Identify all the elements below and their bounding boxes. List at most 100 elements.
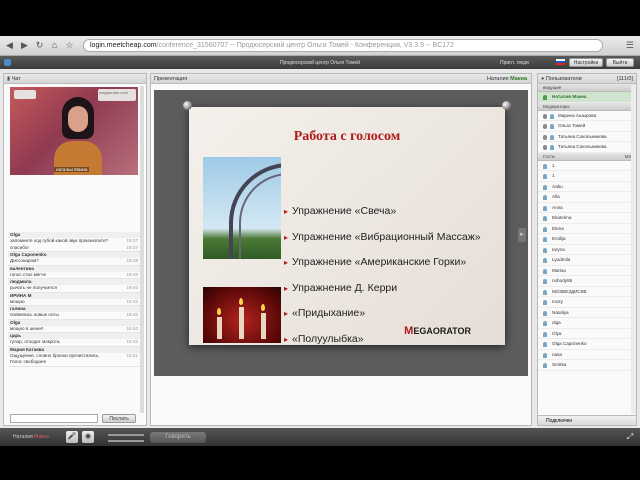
participant-name: mozy (552, 299, 563, 304)
microphone-icon[interactable]: 🎤 (66, 431, 78, 443)
chat-panel: ▮ Чат megaorator.com натальи Макна Olga з… (3, 73, 147, 426)
participant-item[interactable]: Наталия Макна (538, 92, 636, 103)
user-icon (550, 124, 554, 129)
participant-item[interactable]: Марина Ашырова (538, 111, 636, 121)
chat-message-line: спасибо! 19:37 (8, 245, 140, 252)
webcam-video[interactable]: megaorator.com натальи Макна (10, 87, 138, 175)
user-icon (543, 289, 547, 295)
user-icon (550, 145, 554, 150)
chat-message-line: гулар, отходит мокрота. 19:40 (8, 339, 140, 346)
russian-flag-icon[interactable] (556, 59, 565, 65)
participant-name: Emilija (552, 236, 566, 241)
participants-scrollbar[interactable] (631, 85, 636, 414)
fullscreen-icon[interactable]: ⤢ (625, 432, 635, 442)
chat-message: Olga мощно в шеее!! 19:40 (8, 319, 140, 333)
browser-menu-icon[interactable]: ☰ (626, 40, 634, 51)
exit-button[interactable]: Выйти (606, 58, 634, 67)
participant-group[interactable]: Модераторы (538, 102, 636, 111)
participant-name: Марина Ашырова (558, 112, 597, 118)
participant-group[interactable]: ведущие (538, 84, 636, 92)
microphone-icon (543, 134, 547, 140)
participant-item[interactable]: Татьяна Сокольникова (538, 132, 636, 142)
participant-name: Lyudmila (552, 257, 571, 262)
participants-count: [111/0] (616, 76, 633, 82)
chat-send-button[interactable]: Послать (102, 414, 136, 423)
chat-scrollbar[interactable] (140, 86, 144, 413)
participant-group[interactable]: Гости MIC (538, 152, 636, 161)
participant-item[interactable]: Marisa (538, 266, 636, 276)
participant-name: Smirka (552, 362, 567, 367)
bookmark-icon[interactable]: ☆ (64, 40, 75, 51)
participant-item[interactable]: Lyudmila (538, 255, 636, 266)
participant-item[interactable]: Anna (538, 203, 636, 213)
participant-item[interactable]: nasa (538, 350, 636, 360)
participant-item[interactable]: Olya (538, 329, 636, 339)
home-icon[interactable]: ⌂ (49, 40, 60, 51)
participant-name: Татьяна Сокольникова (558, 144, 607, 149)
users-icon: ● (541, 76, 545, 82)
participant-item[interactable]: 1 (538, 171, 636, 182)
participant-item[interactable]: Ekaterina (538, 213, 636, 224)
participant-name: nasa (552, 351, 562, 357)
mic-volume-slider[interactable] (108, 434, 144, 436)
participant-item[interactable]: МОЗВЕЗДИСКВ (538, 287, 636, 297)
reload-icon[interactable]: ↻ (34, 40, 45, 51)
slide-bullet: Упражнение «Американские Горки» (284, 250, 481, 276)
participant-item[interactable]: Elena (538, 224, 636, 234)
participant-item[interactable]: Ольга Томей (538, 121, 636, 132)
app-header: Продюсерский центр Ольги Томей Пригл. лю… (0, 56, 640, 69)
participant-item[interactable]: nobody55 (538, 276, 636, 287)
chat-message-text: спасибо! (10, 244, 29, 250)
chat-message-input[interactable] (10, 414, 98, 423)
chat-message-time: 19:40 (126, 285, 139, 290)
user-icon (543, 352, 547, 358)
background-sign: megaorator.com (98, 89, 136, 101)
participant-item[interactable]: Olga Caponenko (538, 339, 636, 350)
participant-item[interactable]: Alla (538, 192, 636, 203)
user-icon (543, 268, 547, 274)
logo-letter: M (404, 325, 414, 337)
location-icon[interactable]: ◉ (82, 431, 94, 443)
chat-message-time: 19:40 (126, 339, 139, 344)
forward-icon[interactable]: ▶ (19, 40, 30, 51)
participant-item[interactable]: 1 (538, 161, 636, 171)
chat-message-line: мощно в шеее!! 19:40 (8, 326, 140, 333)
app-title: Продюсерский центр Ольги Томей (279, 60, 361, 66)
participant-item[interactable]: Iaryna (538, 245, 636, 255)
back-icon[interactable]: ◀ (4, 40, 15, 51)
participant-name: nobody55 (552, 278, 573, 283)
participant-item[interactable]: Smirka (538, 360, 636, 371)
slide-bullet: Упражнение «Вибрационный Массаж» (284, 225, 481, 251)
participant-item[interactable]: Nataliya (538, 308, 636, 318)
talk-button[interactable]: Говорить (150, 432, 206, 443)
speaker-volume-slider[interactable] (108, 440, 144, 442)
chat-message-text: рычать не получается (10, 285, 57, 290)
address-bar[interactable]: login.meetcheap.com/conference_31560707 … (83, 39, 603, 52)
presenter-figure (52, 97, 102, 175)
chat-message-line: появились новые ноты 19:40 (8, 312, 140, 319)
next-slide-icon[interactable]: ▸ (518, 228, 526, 242)
participant-group-label: ведущие (543, 85, 562, 90)
participants-header: ● Пользователи [111/0] (538, 74, 636, 84)
participant-item[interactable]: mozy (538, 297, 636, 308)
participant-item[interactable]: Татьяна Сокольникова (538, 142, 636, 153)
user-icon (543, 363, 547, 368)
presentation-panel: Презентация Наталия Макна Работа с голос… (150, 73, 532, 426)
participant-name: Elena (552, 225, 564, 231)
participants-title: Пользователи (545, 76, 582, 82)
logo-text: EGAORATOR (413, 326, 471, 336)
participant-item[interactable]: Aabu (538, 182, 636, 192)
participant-name: Ольга Томей (558, 123, 586, 128)
invite-link[interactable]: Пригл. люди (500, 60, 529, 66)
user-icon (543, 95, 547, 100)
current-user-last: Макна (34, 434, 49, 440)
participant-item[interactable]: Emilija (538, 234, 636, 245)
chat-message-text: Диссонаром? (10, 258, 39, 263)
rollercoaster-image (203, 157, 281, 259)
user-icon (543, 258, 547, 263)
participant-item[interactable]: olga (538, 318, 636, 329)
user-icon (543, 205, 547, 211)
chat-message: царь гулар, отходит мокрота. 19:40 (8, 333, 140, 347)
settings-button[interactable]: Настройки (569, 58, 603, 67)
user-icon (543, 321, 547, 326)
